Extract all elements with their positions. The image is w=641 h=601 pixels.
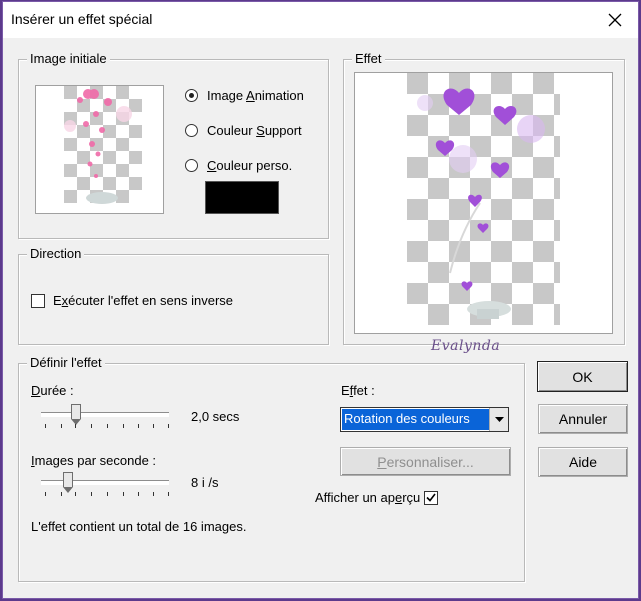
direction-group: Direction Exécuter l'effet en sens inver… — [18, 246, 329, 345]
radio-couleur-perso-label: Couleur perso. — [207, 158, 293, 173]
window-title: Insérer un effet spécial — [11, 11, 153, 27]
radio-couleur-support[interactable]: Couleur Support — [185, 123, 302, 138]
checkmark-icon — [426, 493, 436, 502]
aide-button[interactable]: Aide — [538, 447, 628, 477]
definir-effet-legend: Définir l'effet — [27, 355, 105, 371]
total-images-text: L'effet contient un total de 16 images. — [31, 519, 247, 534]
source-thumbnail — [35, 85, 164, 214]
direction-legend: Direction — [27, 246, 85, 262]
close-button[interactable] — [592, 2, 638, 38]
duree-label: Durée : — [31, 383, 74, 398]
apercu-label: Afficher un aperçu — [315, 490, 421, 505]
radio-image-animation[interactable]: Image Animation — [185, 88, 304, 103]
chevron-down-icon — [494, 417, 504, 422]
reverse-effect-checkbox[interactable]: Exécuter l'effet en sens inverse — [31, 293, 233, 308]
radio-couleur-perso[interactable]: Couleur perso. — [185, 158, 292, 173]
radio-image-animation-label: Image Animation — [207, 88, 304, 103]
effet-select-arrow[interactable] — [489, 408, 508, 431]
apercu-checkbox[interactable]: Afficher un aperçu — [315, 490, 439, 505]
duree-slider[interactable] — [41, 404, 171, 432]
custom-color-swatch[interactable] — [205, 181, 279, 214]
apercu-box[interactable] — [424, 490, 439, 505]
effet-group: Effet — [343, 51, 625, 345]
effect-preview-image — [355, 73, 612, 333]
annuler-button[interactable]: Annuler — [538, 404, 628, 434]
close-icon — [608, 13, 622, 27]
dialog-window: Insérer un effet spécial Image initiale — [2, 1, 639, 599]
images-per-second-slider[interactable] — [41, 472, 171, 500]
effet-select[interactable]: Rotation des couleurs — [340, 407, 509, 432]
reverse-effect-label: Exécuter l'effet en sens inverse — [53, 293, 234, 308]
image-initiale-group: Image initiale Image Animation Couleur S… — [18, 51, 329, 239]
effet-select-value: Rotation des couleurs — [342, 409, 489, 430]
effet-legend: Effet — [352, 51, 385, 67]
watermark-logo: Evalynda — [431, 338, 501, 354]
effet-select-label: Effet : — [341, 383, 375, 398]
radio-couleur-support-label: Couleur Support — [207, 123, 302, 138]
duree-value: 2,0 secs — [191, 409, 240, 424]
ok-button[interactable]: OK — [537, 361, 628, 392]
images-per-second-label: Images par seconde : — [31, 453, 157, 468]
radio-couleur-perso-circle[interactable] — [185, 159, 198, 172]
reverse-effect-box[interactable] — [31, 293, 45, 308]
personnaliser-button[interactable]: Personnaliser... — [340, 447, 511, 476]
definir-effet-group: Définir l'effet Durée : 2,0 secs Images … — [18, 355, 525, 582]
title-bar: Insérer un effet spécial — [3, 2, 638, 38]
duree-slider-thumb[interactable] — [71, 404, 81, 425]
radio-couleur-support-circle[interactable] — [185, 124, 198, 137]
effect-preview-frame — [354, 72, 613, 334]
source-preview-image — [36, 86, 163, 213]
image-initiale-legend: Image initiale — [27, 51, 110, 67]
ips-value: 8 i /s — [191, 475, 219, 490]
ips-slider-thumb[interactable] — [63, 472, 73, 493]
radio-image-animation-circle[interactable] — [185, 89, 198, 102]
